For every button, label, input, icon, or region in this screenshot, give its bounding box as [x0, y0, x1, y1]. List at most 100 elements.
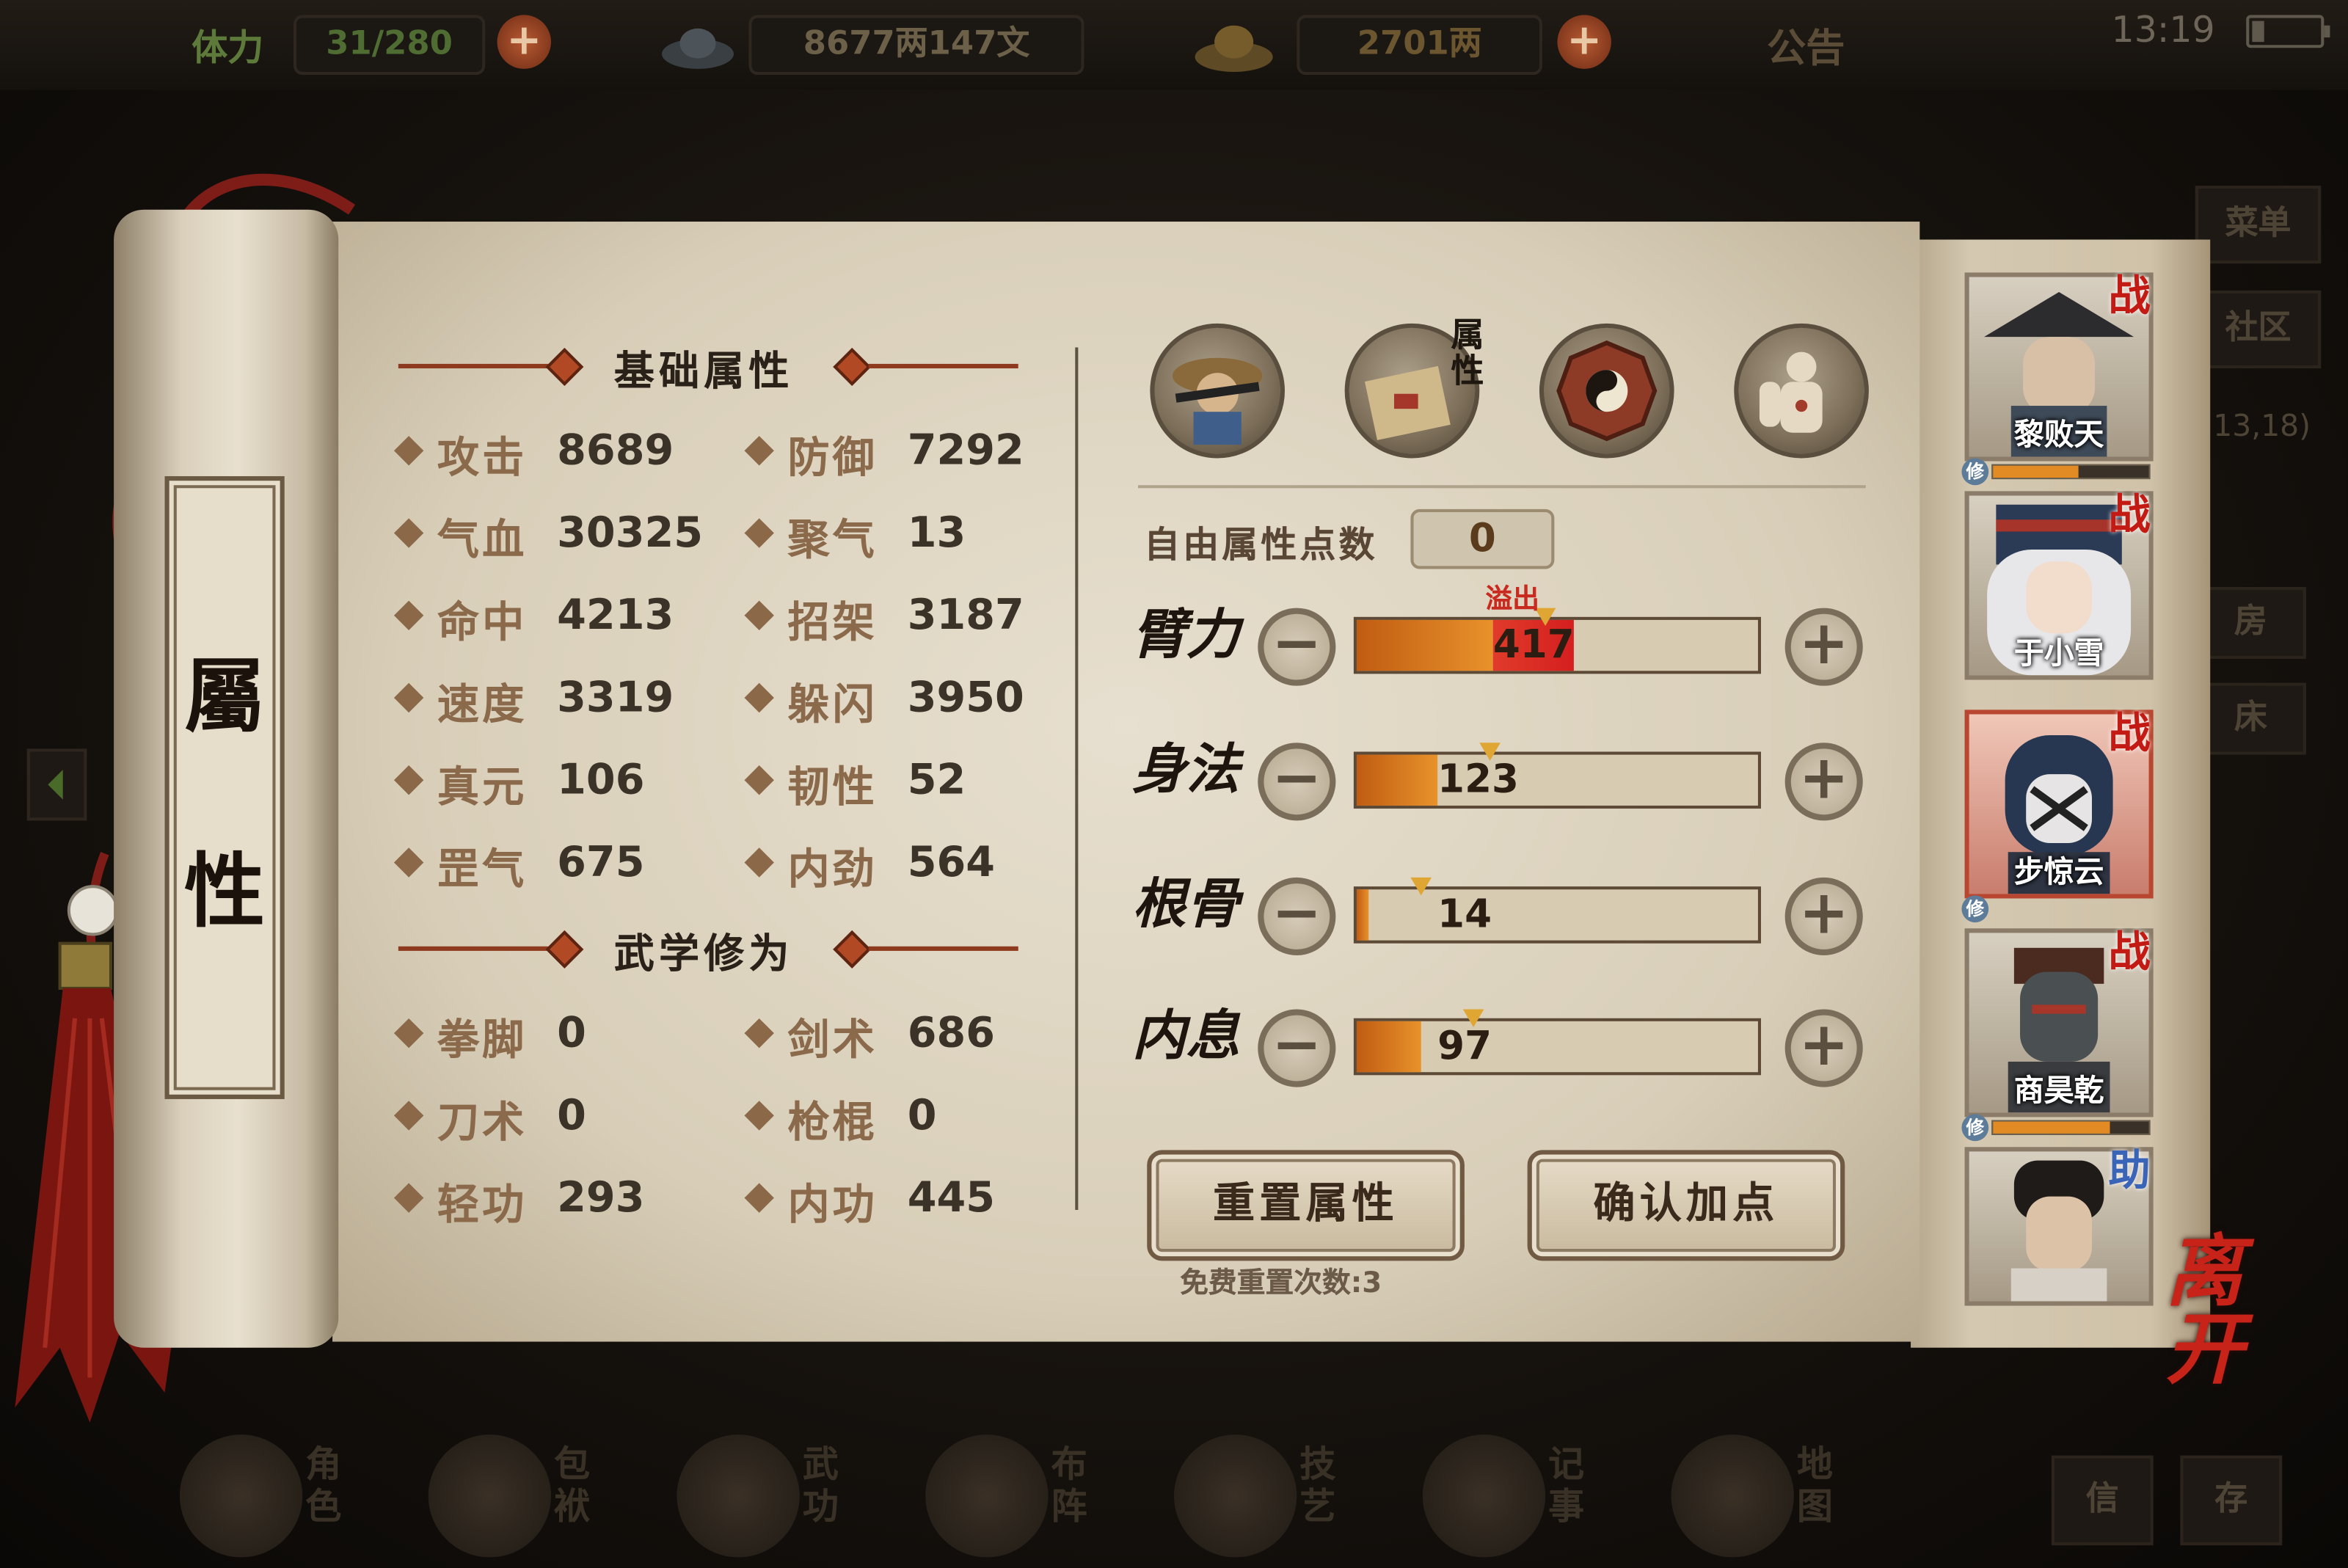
stat-toughness: 韧性 52 — [744, 755, 1078, 812]
party-member-name: 步惊云 — [2013, 853, 2104, 890]
stat-dodge: 躲闪 3950 — [744, 672, 1078, 729]
map-coords: 13,18) — [2213, 407, 2311, 444]
title-ornament-left — [398, 946, 548, 951]
stat-blade: 刀术 0 — [393, 1090, 728, 1147]
title-ornament-right — [868, 946, 1018, 951]
stat-fist: 拳脚 0 — [393, 1007, 728, 1065]
leave-button[interactable]: 离开 — [2165, 1233, 2285, 1390]
scroll-title-char-2: 性 — [184, 842, 266, 939]
party-member-name: 于小雪 — [2013, 635, 2104, 671]
tab-character-icon[interactable] — [1150, 323, 1286, 459]
attribute-bar: 417 — [1353, 608, 1761, 674]
nav-journal[interactable]: 记事 — [1422, 1434, 1633, 1568]
notice-button[interactable]: 公告 — [1767, 18, 1845, 73]
increase-attribute-button[interactable]: + — [1784, 608, 1863, 686]
party-member-name: 黎败天 — [2013, 416, 2104, 453]
stat-hp: 气血 30325 — [393, 508, 728, 564]
stat-gang-qi: 罡气 675 — [393, 837, 728, 894]
stat-defense: 防御 7292 — [744, 426, 1078, 482]
decrease-attribute-button[interactable]: − — [1258, 608, 1336, 686]
attribute-bar: 123 — [1353, 743, 1761, 809]
attribute-bar: 14 — [1353, 877, 1761, 944]
leave-label: 离开 — [2165, 1226, 2244, 1396]
attribute-label: 臂力 — [1131, 603, 1240, 667]
decrease-attribute-button[interactable]: − — [1258, 877, 1336, 956]
martial-stats-title: 武学修为 — [613, 931, 794, 978]
battle-badge: 战 — [2108, 271, 2151, 321]
mail-button[interactable]: 信 — [2051, 1455, 2154, 1546]
stat-speed: 速度 3319 — [393, 672, 728, 729]
gold-ingot-icon — [1192, 15, 1275, 75]
stat-lightness: 轻功 293 — [393, 1173, 728, 1229]
cultivate-progress — [1991, 464, 2151, 480]
save-button[interactable]: 存 — [2180, 1455, 2283, 1546]
assist-badge: 助 — [2108, 1145, 2151, 1195]
attribute-value: 417 — [1492, 622, 1575, 668]
stat-spear: 枪棍 0 — [744, 1090, 1078, 1147]
nav-skills[interactable]: 技艺 — [1173, 1434, 1384, 1568]
cultivate-badge: 修 — [1961, 458, 1989, 486]
stamina-label: 体力 — [192, 26, 264, 69]
scroll-title-char-1: 屬 — [184, 648, 266, 745]
scroll-title-plate: 屬 性 — [164, 475, 285, 1099]
bag-icon — [428, 1434, 552, 1558]
battery-icon — [2246, 15, 2330, 48]
battle-badge: 战 — [2108, 489, 2151, 539]
menu-button[interactable]: 菜单 — [2195, 186, 2322, 264]
increase-attribute-button[interactable]: + — [1784, 877, 1863, 956]
books-icon — [677, 1434, 800, 1558]
stat-attack: 攻击 8689 — [393, 426, 728, 482]
increase-attribute-button[interactable]: + — [1784, 1009, 1863, 1087]
bed-button[interactable]: 床 — [2195, 682, 2306, 755]
free-points-label: 自由属性点数 — [1144, 524, 1378, 566]
cultivate-badge: 修 — [1961, 895, 1989, 923]
silver-ingot-icon — [659, 21, 737, 72]
attribute-bar-fill — [1356, 754, 1437, 806]
attribute-value: 123 — [1437, 757, 1519, 803]
free-reset-count: 免费重置次数:3 — [1180, 1266, 1382, 1300]
stat-hit: 命中 4213 — [393, 590, 728, 647]
basic-stats-title: 基础属性 — [613, 349, 794, 395]
attribute-value: 14 — [1437, 892, 1492, 938]
stat-inner-art: 内功 445 — [744, 1173, 1078, 1229]
gold-amount: 2701两 — [1297, 15, 1543, 76]
stat-sword: 剑术 686 — [744, 1007, 1078, 1065]
attribute-marker — [1410, 877, 1432, 896]
nav-bag[interactable]: 包袱 — [428, 1434, 638, 1568]
attribute-bar: 97 — [1353, 1009, 1761, 1076]
map-icon — [1671, 1434, 1794, 1558]
attribute-label: 根骨 — [1131, 872, 1240, 936]
community-button[interactable]: 社区 — [2195, 290, 2322, 369]
nav-role[interactable]: 角色 — [179, 1434, 390, 1568]
free-points-value: 0 — [1410, 508, 1555, 569]
battle-badge: 战 — [2108, 708, 2151, 758]
decrease-attribute-button[interactable]: − — [1258, 743, 1336, 821]
attribute-label: 身法 — [1131, 738, 1240, 801]
bagua-icon — [925, 1434, 1049, 1558]
party-member-name: 商昊乾 — [2013, 1072, 2104, 1109]
overflow-label: 溢出 — [1485, 583, 1539, 616]
stat-inner-force: 内劲 564 — [744, 837, 1078, 894]
nav-map[interactable]: 地图 — [1671, 1434, 1881, 1568]
decrease-attribute-button[interactable]: − — [1258, 1009, 1336, 1087]
stat-focus: 聚气 13 — [744, 508, 1078, 564]
reset-attributes-button[interactable]: 重置属性 — [1147, 1150, 1465, 1261]
title-ornament-right — [868, 363, 1018, 369]
attribute-value: 97 — [1437, 1024, 1492, 1070]
confirm-points-button[interactable]: 确认加点 — [1527, 1150, 1845, 1261]
room-button[interactable]: 房 — [2195, 586, 2306, 659]
scroll-icon — [1422, 1434, 1546, 1558]
add-stamina-button[interactable]: + — [497, 15, 552, 69]
add-gold-button[interactable]: + — [1557, 15, 1611, 69]
nav-martial[interactable]: 武功 — [677, 1434, 886, 1568]
role-icon — [179, 1434, 303, 1558]
attribute-bar-fill — [1356, 619, 1493, 671]
tab-meridian-icon[interactable] — [1734, 323, 1869, 459]
tab-bagua-icon[interactable] — [1539, 323, 1674, 459]
increase-attribute-button[interactable]: + — [1784, 743, 1863, 821]
nav-formation[interactable]: 布阵 — [925, 1434, 1135, 1568]
stat-true-essence: 真元 106 — [393, 755, 728, 812]
stat-parry: 招架 3187 — [744, 590, 1078, 647]
attribute-bar-fill — [1356, 889, 1369, 941]
clock: 13:19 — [2111, 9, 2215, 51]
